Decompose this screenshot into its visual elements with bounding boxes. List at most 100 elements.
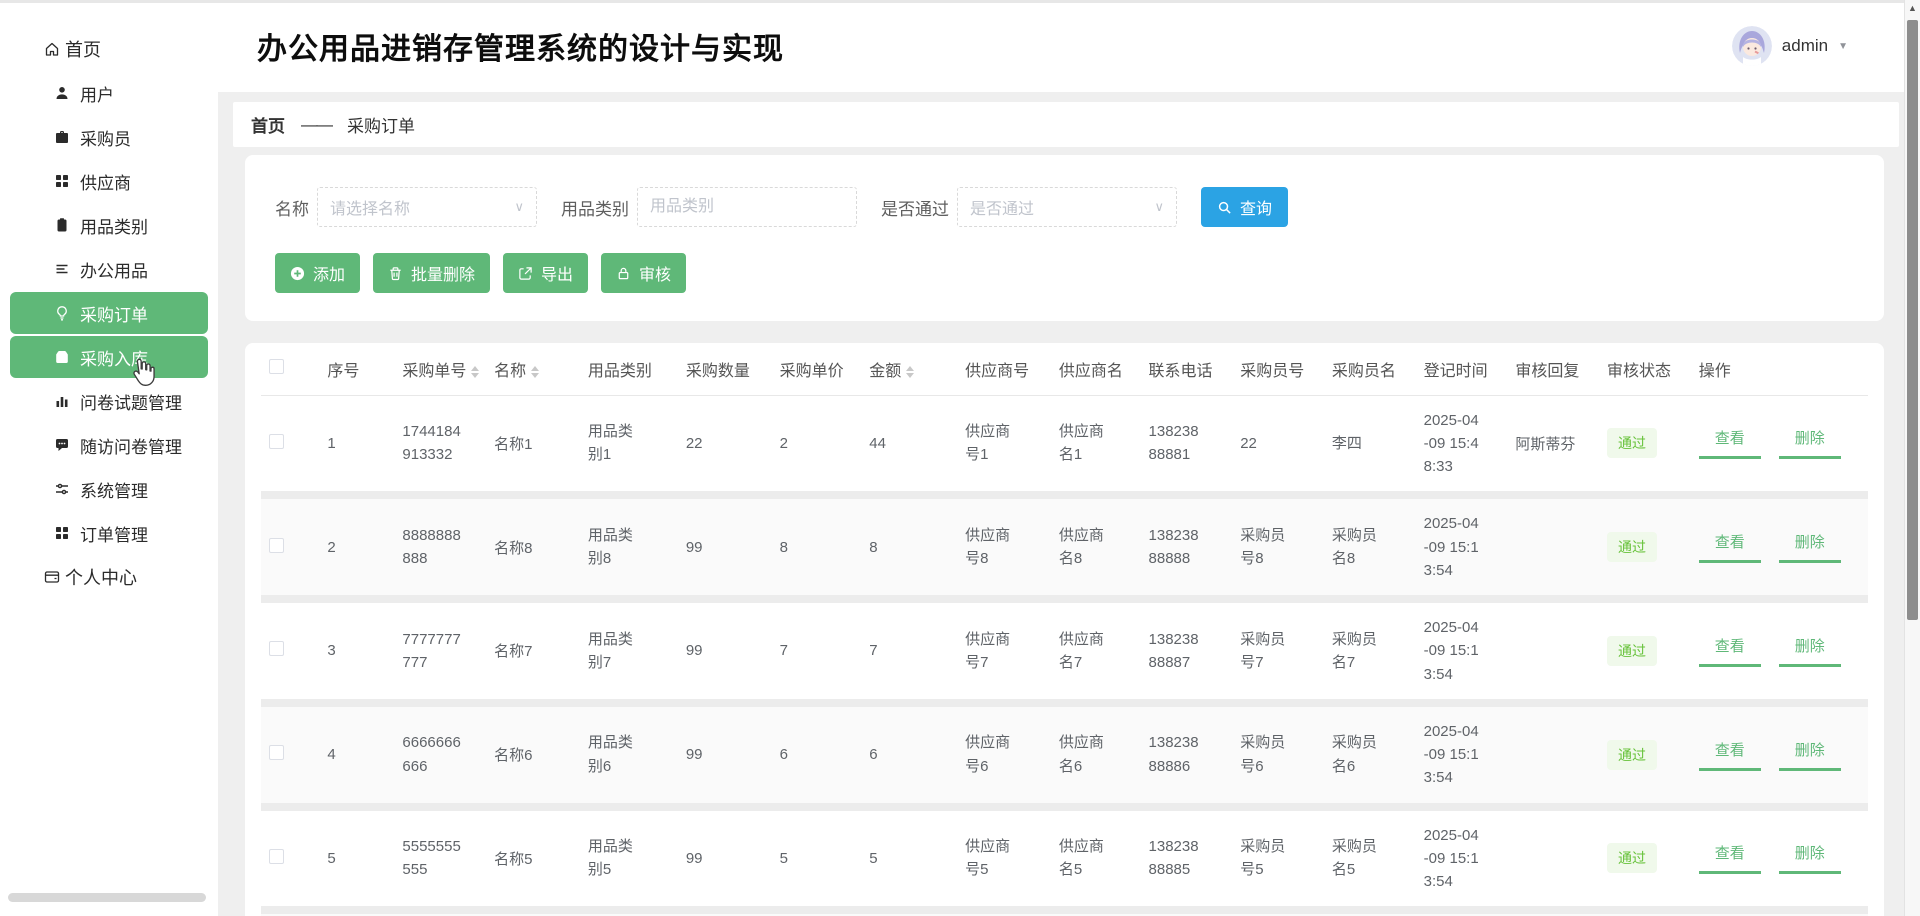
name-select-placeholder: 请选择名称 <box>330 195 410 219</box>
cell-buyer-no: 22 <box>1232 395 1324 495</box>
cell-price: 2 <box>772 395 862 495</box>
cell-actions: 查看删除 <box>1691 495 1868 599</box>
cell-time: 2025-04-09 15:13:54 <box>1416 599 1508 703</box>
delete-button[interactable]: 删除 <box>1779 842 1841 874</box>
view-button[interactable]: 查看 <box>1699 531 1761 563</box>
row-checkbox[interactable] <box>269 641 284 656</box>
cell-price: 5 <box>772 807 862 911</box>
delete-button[interactable]: 删除 <box>1779 531 1841 563</box>
cell-reply <box>1507 703 1599 807</box>
column-header-采购单号[interactable]: 采购单号 <box>394 343 486 395</box>
cell-index: 5 <box>319 807 394 911</box>
cell-index: 6 <box>319 910 394 916</box>
search-button[interactable]: 查询 <box>1201 187 1288 227</box>
cell-buyer-no: 采购员号5 <box>1232 807 1324 911</box>
select-all-checkbox[interactable] <box>269 359 284 374</box>
delete-button[interactable]: 删除 <box>1779 427 1841 459</box>
sidebar-item-办公用品[interactable]: 办公用品 <box>10 248 208 290</box>
cell-supplier-no: 供应商号8 <box>957 495 1051 599</box>
row-checkbox[interactable] <box>269 538 284 553</box>
sidebar-item-首页[interactable]: 首页 <box>10 28 208 70</box>
cell-qty: 99 <box>678 910 772 916</box>
column-header-登记时间: 登记时间 <box>1416 343 1508 395</box>
add-button[interactable]: 添加 <box>275 253 360 293</box>
cell-order-no: 8888888888 <box>394 495 486 599</box>
export-button[interactable]: 导出 <box>503 253 588 293</box>
cell-buyer-name: 李四 <box>1324 395 1416 495</box>
cell-time: 2025-04-09 15:13:54 <box>1416 495 1508 599</box>
cell-actions: 查看删除 <box>1691 703 1868 807</box>
cell-name: 名称8 <box>486 495 580 599</box>
sidebar-item-用品类别[interactable]: 用品类别 <box>10 204 208 246</box>
view-button[interactable]: 查看 <box>1699 427 1761 459</box>
category-input[interactable] <box>637 187 857 227</box>
sidebar-item-个人中心[interactable]: 个人中心 <box>10 556 208 598</box>
topbar: 办公用品进销存管理系统的设计与实现 admin ▼ <box>218 0 1904 92</box>
sidebar-item-label: 系统管理 <box>80 477 148 502</box>
delete-button[interactable]: 删除 <box>1779 635 1841 667</box>
cell-buyer-name: 采购员名6 <box>1324 703 1416 807</box>
name-select[interactable]: 请选择名称 ∨ <box>317 187 537 227</box>
audit-button[interactable]: 审核 <box>601 253 686 293</box>
cell-buyer-name: 采购员名4 <box>1324 910 1416 916</box>
view-button[interactable]: 查看 <box>1699 842 1761 874</box>
delete-button[interactable]: 删除 <box>1779 739 1841 771</box>
cell-supplier-name: 供应商名4 <box>1051 910 1141 916</box>
cell-index: 2 <box>319 495 394 599</box>
sidebar-item-系统管理[interactable]: 系统管理 <box>10 468 208 510</box>
row-checkbox[interactable] <box>269 434 284 449</box>
cell-actions: 查看删除 <box>1691 395 1868 495</box>
sort-icon[interactable] <box>906 366 914 378</box>
sort-icon[interactable] <box>471 366 479 378</box>
batch-delete-button[interactable]: 批量删除 <box>373 253 490 293</box>
plus-circle-icon <box>290 266 305 281</box>
breadcrumb-current: 采购订单 <box>347 112 415 137</box>
chat-icon <box>54 437 70 453</box>
cell-index: 4 <box>319 703 394 807</box>
breadcrumb-home[interactable]: 首页 <box>251 112 285 137</box>
column-header-名称[interactable]: 名称 <box>486 343 580 395</box>
user-menu[interactable]: admin ▼ <box>1732 26 1848 66</box>
column-header-序号: 序号 <box>319 343 394 395</box>
cell-reply <box>1507 495 1599 599</box>
pass-select[interactable]: 是否通过 ∨ <box>957 187 1177 227</box>
status-badge: 通过 <box>1607 740 1657 770</box>
sidebar-item-随访问卷管理[interactable]: 随访问卷管理 <box>10 424 208 466</box>
cell-index: 3 <box>319 599 394 703</box>
column-header-操作: 操作 <box>1691 343 1868 395</box>
briefcase-icon <box>54 129 70 145</box>
cell-qty: 99 <box>678 807 772 911</box>
cell-amount: 5 <box>861 807 957 911</box>
data-table-panel: 序号采购单号名称用品类别采购数量采购单价金额供应商号供应商名联系电话采购员号采购… <box>245 343 1884 916</box>
pass-select-placeholder: 是否通过 <box>970 195 1034 219</box>
list-icon <box>54 261 70 277</box>
vertical-scrollbar[interactable]: ▲ <box>1904 0 1920 916</box>
sidebar-horizontal-scrollbar[interactable] <box>8 893 206 902</box>
cell-order-no: 7777777777 <box>394 599 486 703</box>
scrollbar-thumb[interactable] <box>1907 20 1918 620</box>
cell-name: 名称6 <box>486 703 580 807</box>
row-checkbox[interactable] <box>269 745 284 760</box>
action-row: 添加 批量删除 导出 审核 <box>275 253 1854 293</box>
column-header-审核状态: 审核状态 <box>1599 343 1691 395</box>
sidebar-item-采购员[interactable]: 采购员 <box>10 116 208 158</box>
sort-icon[interactable] <box>531 366 539 378</box>
row-checkbox[interactable] <box>269 849 284 864</box>
sidebar-item-采购入库[interactable]: 采购入库 <box>10 336 208 378</box>
sidebar-item-供应商[interactable]: 供应商 <box>10 160 208 202</box>
view-button[interactable]: 查看 <box>1699 635 1761 667</box>
view-button[interactable]: 查看 <box>1699 739 1761 771</box>
home-icon <box>44 41 60 57</box>
card-icon <box>44 569 60 585</box>
clipboard-icon <box>54 217 70 233</box>
scrollbar-up-arrow-icon[interactable]: ▲ <box>1908 3 1917 13</box>
column-header-金额[interactable]: 金额 <box>861 343 957 395</box>
sidebar-item-label: 采购入库 <box>80 345 148 370</box>
sidebar-item-订单管理[interactable]: 订单管理 <box>10 512 208 554</box>
sidebar-item-采购订单[interactable]: 采购订单 <box>10 292 208 334</box>
cell-order-no: 4444444444 <box>394 910 486 916</box>
sidebar-item-问卷试题管理[interactable]: 问卷试题管理 <box>10 380 208 422</box>
cell-buyer-no: 采购员号7 <box>1232 599 1324 703</box>
cell-amount: 4 <box>861 910 957 916</box>
sidebar-item-用户[interactable]: 用户 <box>10 72 208 114</box>
